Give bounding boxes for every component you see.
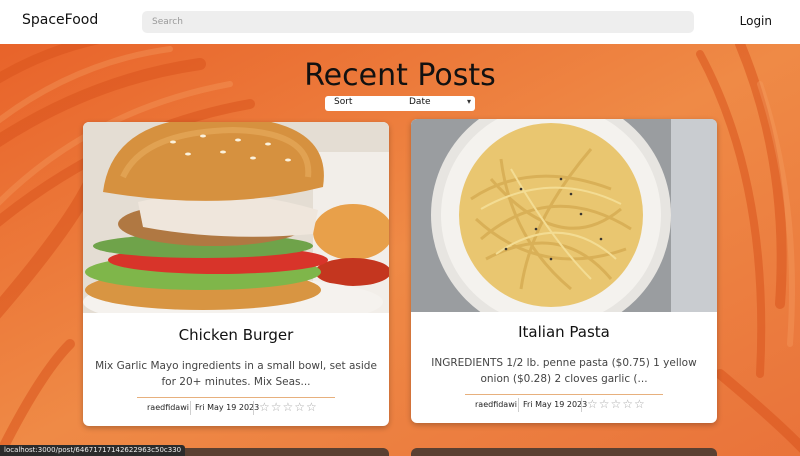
post-date: Fri May 19 2023 xyxy=(195,403,260,412)
status-bar-url: localhost:3000/post/64671717142622963c50… xyxy=(0,445,186,456)
login-link[interactable]: Login xyxy=(740,14,772,28)
post-meta: raedfidawi Fri May 19 2023 ☆☆☆☆☆ xyxy=(83,400,389,416)
brand-logo[interactable]: SpaceFood xyxy=(22,12,98,28)
meta-separator xyxy=(581,398,582,412)
pasta-photo xyxy=(411,119,717,312)
search-input[interactable] xyxy=(142,11,694,33)
divider-line xyxy=(465,394,663,395)
rating-stars[interactable]: ☆☆☆☆☆ xyxy=(587,397,646,411)
post-title[interactable]: Italian Pasta xyxy=(411,323,717,341)
post-author[interactable]: raedfidawi xyxy=(475,400,517,409)
post-card[interactable]: Italian Pasta INGREDIENTS 1/2 lb. penne … xyxy=(411,119,717,423)
sort-select[interactable]: Sort Date ▾ xyxy=(325,96,475,111)
sort-label: Sort xyxy=(334,97,353,107)
post-title[interactable]: Chicken Burger xyxy=(83,326,389,344)
rating-stars[interactable]: ☆☆☆☆☆ xyxy=(259,400,318,414)
chevron-down-icon: ▾ xyxy=(466,97,471,106)
meta-separator xyxy=(190,401,191,415)
post-meta: raedfidawi Fri May 19 2023 ☆☆☆☆☆ xyxy=(411,397,717,413)
burger-photo xyxy=(83,122,389,313)
post-description: INGREDIENTS 1/2 lb. penne pasta ($0.75) … xyxy=(431,357,697,385)
post-date: Fri May 19 2023 xyxy=(523,400,588,409)
post-author[interactable]: raedfidawi xyxy=(147,403,189,412)
meta-separator xyxy=(518,398,519,412)
post-card[interactable]: Chicken Burger Mix Garlic Mayo ingredien… xyxy=(83,122,389,426)
top-navbar: SpaceFood Login xyxy=(0,0,800,44)
post-card-partial[interactable] xyxy=(411,448,717,456)
divider-line xyxy=(137,397,335,398)
post-description: Mix Garlic Mayo ingredients in a small b… xyxy=(95,360,377,388)
meta-separator xyxy=(253,401,254,415)
sort-selected-value: Date xyxy=(409,97,431,107)
page-title: Recent Posts xyxy=(304,58,496,93)
